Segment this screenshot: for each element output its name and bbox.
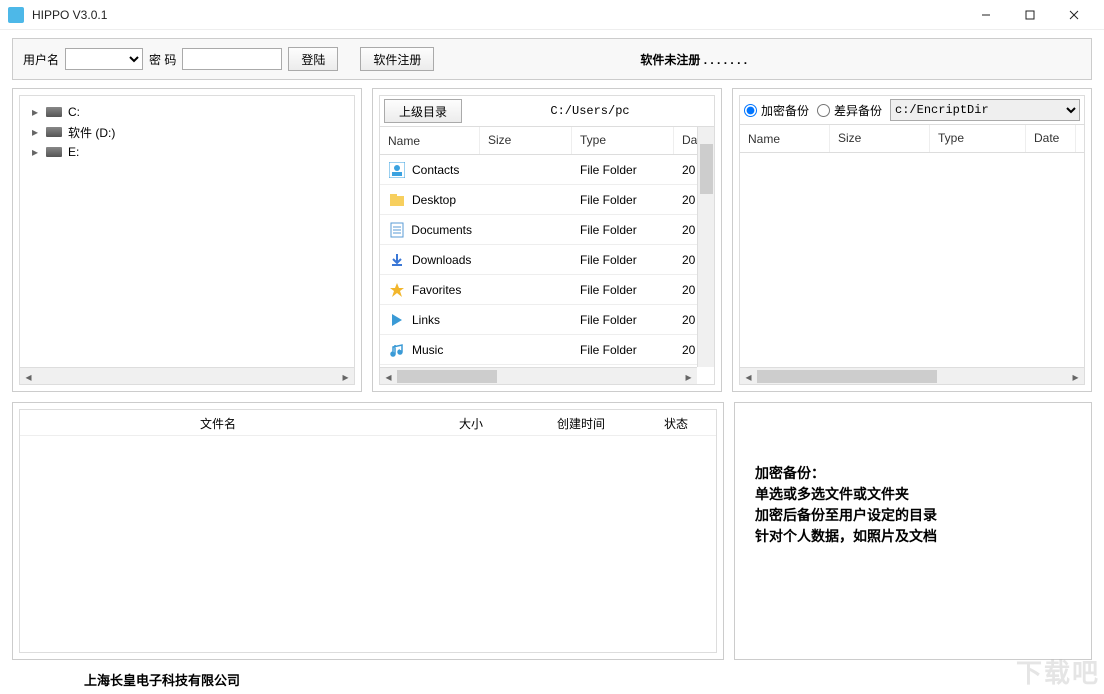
toolbar: 用户名 密 码 登陆 软件注册 软件未注册 . . . . . . . xyxy=(12,38,1092,80)
favorites-icon xyxy=(388,281,406,299)
links-icon xyxy=(388,311,406,329)
vertical-scrollbar[interactable] xyxy=(697,127,714,367)
file-type: File Folder xyxy=(572,223,674,237)
file-name: Favorites xyxy=(412,283,461,297)
file-type: File Folder xyxy=(572,313,674,327)
file-name: Contacts xyxy=(412,163,459,177)
column-header-size[interactable]: Size xyxy=(830,125,930,152)
password-input[interactable] xyxy=(182,48,282,70)
source-files-panel: 上级目录 C:/Users/pc Name Size Type Da Conta… xyxy=(372,88,722,392)
minimize-button[interactable] xyxy=(964,1,1008,29)
info-line: 单选或多选文件或文件夹 xyxy=(755,484,1071,505)
drive-icon xyxy=(46,127,62,137)
login-button[interactable]: 登陆 xyxy=(288,47,338,71)
table-row[interactable]: DocumentsFile Folder20 xyxy=(380,215,714,245)
expand-icon[interactable]: ▸ xyxy=(30,105,40,119)
file-type: File Folder xyxy=(572,193,674,207)
expand-icon[interactable]: ▸ xyxy=(30,145,40,159)
tree-item-label: 软件 (D:) xyxy=(68,124,115,141)
drive-icon xyxy=(46,107,62,117)
destination-file-table[interactable]: Name Size Type Date ◂ ▸ xyxy=(740,124,1084,384)
documents-icon xyxy=(388,221,405,239)
info-line: 加密备份： xyxy=(755,463,1071,484)
info-panel: 加密备份： 单选或多选文件或文件夹 加密后备份至用户设定的目录 针对个人数据，如… xyxy=(734,402,1092,660)
file-type: File Folder xyxy=(572,343,674,357)
table-row[interactable]: ContactsFile Folder20 xyxy=(380,155,714,185)
table-row[interactable]: DesktopFile Folder20 xyxy=(380,185,714,215)
scroll-right-icon[interactable]: ▸ xyxy=(680,368,697,384)
tree-item-label: E: xyxy=(68,145,79,159)
drive-icon xyxy=(46,147,62,157)
column-header-date[interactable]: Date xyxy=(1026,125,1076,152)
drive-tree[interactable]: ▸ C: ▸ 软件 (D:) ▸ E: xyxy=(20,96,354,367)
music-icon xyxy=(388,341,406,359)
queue-panel: 文件名 大小 创建时间 状态 xyxy=(12,402,724,660)
horizontal-scrollbar[interactable]: ◂ ▸ xyxy=(740,367,1084,384)
password-label: 密 码 xyxy=(149,51,176,68)
queue-header-time[interactable]: 创建时间 xyxy=(526,410,636,435)
horizontal-scrollbar[interactable]: ◂ ▸ xyxy=(380,367,697,384)
current-path: C:/Users/pc xyxy=(470,104,710,118)
folder-icon xyxy=(388,191,406,209)
destination-select[interactable]: c:/EncriptDir xyxy=(890,99,1080,121)
tree-item[interactable]: ▸ E: xyxy=(24,142,350,162)
username-select[interactable] xyxy=(65,48,143,70)
table-row[interactable]: FavoritesFile Folder20 xyxy=(380,275,714,305)
footer-company: 上海长皇电子科技有限公司 xyxy=(0,660,1104,689)
source-file-table[interactable]: Name Size Type Da ContactsFile Folder20D… xyxy=(380,126,714,384)
table-row[interactable]: LinksFile Folder20 xyxy=(380,305,714,335)
contacts-icon xyxy=(388,161,406,179)
info-line: 加密后备份至用户设定的目录 xyxy=(755,505,1071,526)
column-header-size[interactable]: Size xyxy=(480,127,572,154)
info-line: 针对个人数据，如照片及文档 xyxy=(755,526,1071,547)
encrypt-backup-radio[interactable]: 加密备份 xyxy=(744,102,809,119)
diff-backup-radio[interactable]: 差异备份 xyxy=(817,102,882,119)
column-header-name[interactable]: Name xyxy=(380,127,480,154)
drive-tree-panel: ▸ C: ▸ 软件 (D:) ▸ E: ◂ ▸ xyxy=(12,88,362,392)
column-header-type[interactable]: Type xyxy=(930,125,1026,152)
horizontal-scrollbar[interactable]: ◂ ▸ xyxy=(20,367,354,384)
scroll-right-icon[interactable]: ▸ xyxy=(337,368,354,385)
column-header-name[interactable]: Name xyxy=(740,125,830,152)
up-directory-button[interactable]: 上级目录 xyxy=(384,99,462,123)
downloads-icon xyxy=(388,251,406,269)
registration-status: 软件未注册 . . . . . . . xyxy=(640,51,747,68)
file-name: Documents xyxy=(411,223,472,237)
tree-item-label: C: xyxy=(68,105,80,119)
file-name: Links xyxy=(412,313,440,327)
register-button[interactable]: 软件注册 xyxy=(360,47,434,71)
titlebar: HIPPO V3.0.1 xyxy=(0,0,1104,30)
file-type: File Folder xyxy=(572,163,674,177)
scroll-right-icon[interactable]: ▸ xyxy=(1067,368,1084,384)
queue-header-size[interactable]: 大小 xyxy=(416,410,526,435)
tree-item[interactable]: ▸ C: xyxy=(24,102,350,122)
file-type: File Folder xyxy=(572,253,674,267)
queue-header-status[interactable]: 状态 xyxy=(636,410,716,435)
window-title: HIPPO V3.0.1 xyxy=(32,8,107,22)
file-name: Downloads xyxy=(412,253,471,267)
file-name: Desktop xyxy=(412,193,456,207)
close-button[interactable] xyxy=(1052,1,1096,29)
file-name: Music xyxy=(412,343,443,357)
queue-header-filename[interactable]: 文件名 xyxy=(20,410,416,435)
maximize-button[interactable] xyxy=(1008,1,1052,29)
scroll-left-icon[interactable]: ◂ xyxy=(740,368,757,384)
username-label: 用户名 xyxy=(23,51,59,68)
scroll-left-icon[interactable]: ◂ xyxy=(380,368,397,384)
expand-icon[interactable]: ▸ xyxy=(30,125,40,139)
tree-item[interactable]: ▸ 软件 (D:) xyxy=(24,122,350,142)
column-header-type[interactable]: Type xyxy=(572,127,674,154)
app-icon xyxy=(8,7,24,23)
table-row[interactable]: MusicFile Folder20 xyxy=(380,335,714,365)
destination-panel: 加密备份 差异备份 c:/EncriptDir Name Size Type D… xyxy=(732,88,1092,392)
scroll-left-icon[interactable]: ◂ xyxy=(20,368,37,385)
table-row[interactable]: DownloadsFile Folder20 xyxy=(380,245,714,275)
file-type: File Folder xyxy=(572,283,674,297)
